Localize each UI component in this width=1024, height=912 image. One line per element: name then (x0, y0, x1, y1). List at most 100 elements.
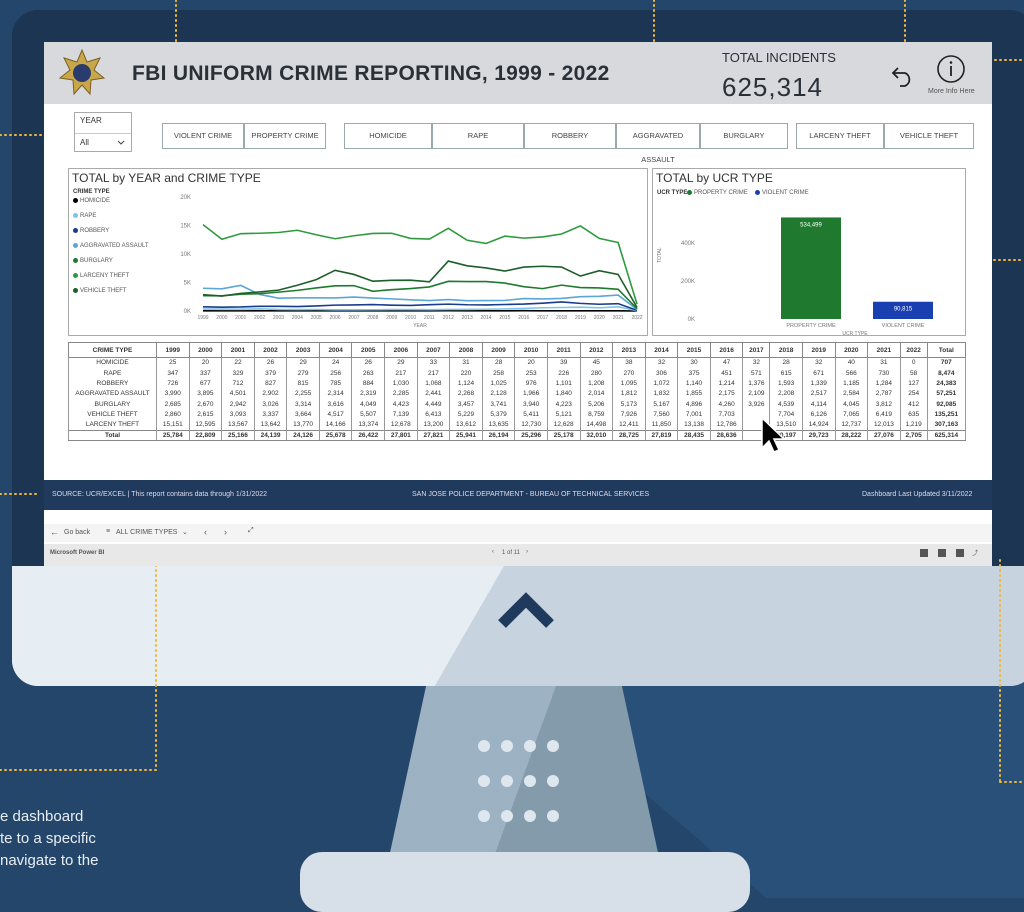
table-cell: 2,128 (482, 389, 515, 399)
table-cell: 47 (710, 358, 743, 368)
report-footer: SOURCE: UCR/EXCEL | This report contains… (44, 480, 992, 510)
filter-homicide-button[interactable]: HOMICIDE (344, 123, 432, 149)
table-cell: 5,167 (645, 399, 678, 409)
table-cell: 2,787 (868, 389, 901, 399)
column-header[interactable]: 2011 (547, 343, 580, 358)
column-header[interactable]: 2004 (319, 343, 352, 358)
column-header[interactable]: 2019 (802, 343, 835, 358)
column-header[interactable]: 2001 (222, 343, 255, 358)
filter-property-crime-button[interactable]: PROPERTY CRIME (244, 123, 326, 149)
go-back-button[interactable]: Go back (64, 529, 90, 536)
table-cell: 375 (678, 368, 711, 378)
chevron-down-icon (117, 140, 125, 146)
filter-rape-button[interactable]: RAPE (432, 123, 524, 149)
column-header[interactable]: 2000 (189, 343, 222, 358)
filter-larceny-theft-button[interactable]: LARCENY THEFT (796, 123, 884, 149)
column-header[interactable]: 2010 (515, 343, 548, 358)
back-arrow-icon[interactable] (890, 62, 916, 88)
table-cell: 12,595 (189, 420, 222, 430)
table-cell: 258 (482, 368, 515, 378)
legend-label: LARCENY THEFT (80, 273, 129, 279)
filter-aggravated-assault-button[interactable]: AGGRAVATED ASSAULT (616, 123, 700, 149)
table-cell: 13,567 (222, 420, 255, 430)
column-header[interactable]: 2008 (450, 343, 483, 358)
mouse-pointer-icon (760, 416, 786, 454)
crime-data-table: CRIME TYPE199920002001200220032004200520… (68, 342, 966, 441)
expand-icon[interactable]: ⤢ (248, 527, 254, 535)
bookmark-select[interactable]: ALL CRIME TYPES (116, 529, 177, 536)
chevron-down-icon[interactable]: ⌄ (182, 528, 188, 536)
column-header[interactable]: 2003 (287, 343, 320, 358)
back-arrow-icon[interactable]: ← (50, 527, 59, 537)
powerbi-status-bar: Microsoft Power BI ‹ 1 of 11 › ⤴ (44, 544, 992, 566)
column-header[interactable]: 2002 (254, 343, 287, 358)
column-header[interactable]: 2018 (770, 343, 803, 358)
total-cell: 27,076 (868, 430, 901, 440)
x-tick-label: 2019 (575, 315, 586, 321)
linkedin-share-icon[interactable] (956, 549, 964, 557)
column-header[interactable]: 2022 (900, 343, 927, 358)
table-cell: 884 (352, 378, 385, 388)
column-header[interactable]: 2009 (482, 343, 515, 358)
table-cell: 270 (613, 368, 646, 378)
table-cell: 347 (157, 368, 190, 378)
column-header[interactable]: 2007 (417, 343, 450, 358)
series-line-larceny-theft[interactable] (203, 225, 637, 304)
powerbi-brand[interactable]: Microsoft Power BI (50, 550, 104, 556)
column-header[interactable]: 2020 (835, 343, 868, 358)
table-cell: 3,926 (743, 399, 770, 409)
total-incidents-value: 625,314 (722, 72, 823, 103)
table-cell: 13,770 (287, 420, 320, 430)
table-cell: 1,832 (645, 389, 678, 399)
column-header[interactable]: 2017 (743, 343, 770, 358)
prev-page-icon[interactable]: ‹ (492, 549, 494, 555)
column-header[interactable]: 2016 (710, 343, 743, 358)
y-tick-label: 5K (184, 281, 191, 287)
column-header[interactable]: 2006 (385, 343, 418, 358)
table-cell: 6,419 (868, 409, 901, 419)
legend-dot (73, 228, 78, 233)
table-cell: 3,664 (287, 409, 320, 419)
column-header[interactable]: 2013 (613, 343, 646, 358)
table-cell: 2,615 (189, 409, 222, 419)
total-cell: 26,422 (352, 430, 385, 440)
info-icon[interactable] (936, 54, 966, 84)
table-cell: 2,208 (770, 389, 803, 399)
column-header-crime-type[interactable]: CRIME TYPE (69, 343, 157, 358)
column-header[interactable]: 1999 (157, 343, 190, 358)
table-cell: 1,140 (678, 378, 711, 388)
table-cell: 13,612 (450, 420, 483, 430)
filter-violent-crime-button[interactable]: VIOLENT CRIME (162, 123, 244, 149)
x-tick-label: 2005 (311, 315, 322, 321)
bar-property-crime[interactable] (781, 217, 841, 319)
table-cell: 12,013 (868, 420, 901, 430)
x-tick-label: 2013 (462, 315, 473, 321)
twitter-share-icon[interactable] (938, 549, 946, 557)
total-cell: 28,435 (678, 430, 711, 440)
table-cell: 33 (417, 358, 450, 368)
column-header[interactable]: 2005 (352, 343, 385, 358)
year-filter[interactable]: YEAR All (74, 112, 132, 152)
column-header[interactable]: 2012 (580, 343, 613, 358)
prev-bookmark-icon[interactable]: ‹ (204, 527, 207, 537)
filter-burglary-button[interactable]: BURGLARY (700, 123, 788, 149)
table-cell: 263 (352, 368, 385, 378)
column-header[interactable]: 2021 (868, 343, 901, 358)
year-select[interactable]: All (75, 133, 131, 151)
table-cell: 307,163 (927, 420, 965, 430)
table-cell: 12,628 (547, 420, 580, 430)
legend-dot (73, 258, 78, 263)
total-cell: 29,723 (802, 430, 835, 440)
facebook-share-icon[interactable] (920, 549, 928, 557)
share-icon[interactable]: ⤴ (972, 548, 978, 557)
table-cell: 677 (189, 378, 222, 388)
column-header[interactable]: Total (927, 343, 965, 358)
legend-label: RAPE (80, 213, 96, 219)
column-header[interactable]: 2014 (645, 343, 678, 358)
next-bookmark-icon[interactable]: › (224, 527, 227, 537)
column-header[interactable]: 2015 (678, 343, 711, 358)
filter-robbery-button[interactable]: ROBBERY (524, 123, 616, 149)
filter-vehicle-theft-button[interactable]: VEHICLE THEFT (884, 123, 974, 149)
next-page-icon[interactable]: › (526, 549, 528, 555)
more-info-link[interactable]: More Info Here (928, 88, 975, 95)
